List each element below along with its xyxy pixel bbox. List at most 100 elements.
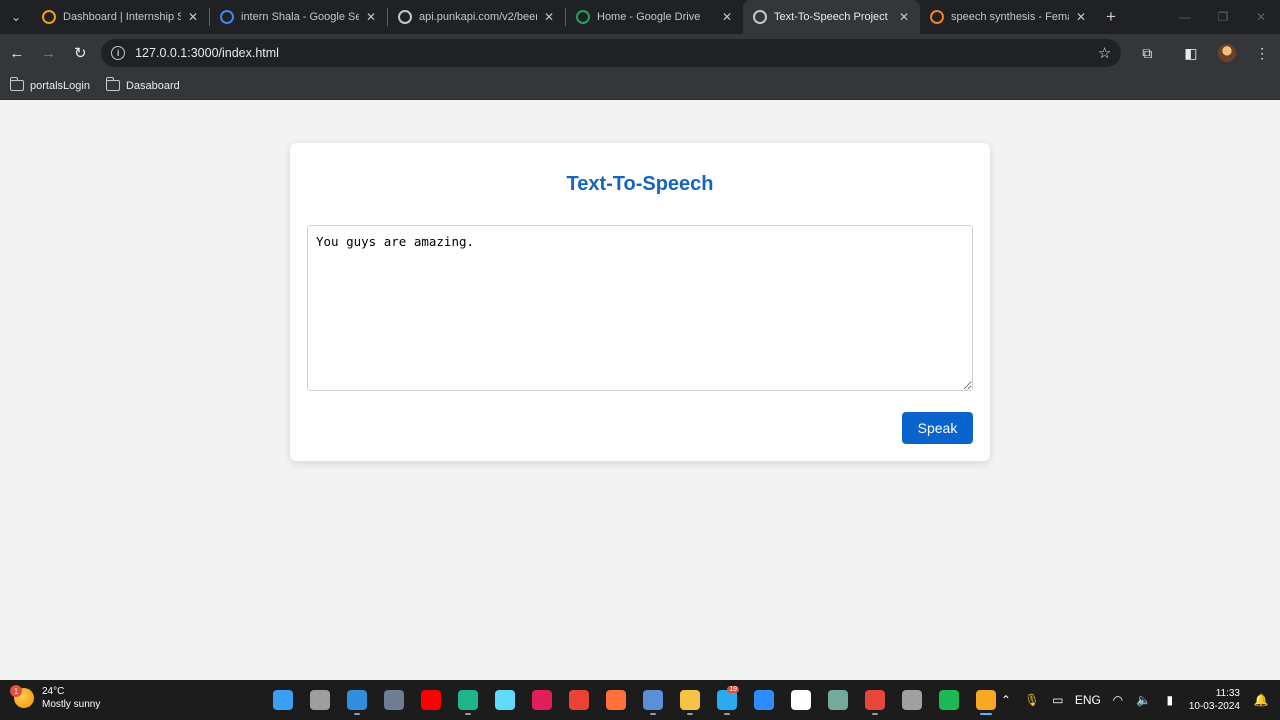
taskbar-apps: 19 [264,684,1004,716]
extensions-button[interactable]: ⧉ [1129,38,1165,68]
clock[interactable]: 11:33 10-03-2024 [1189,687,1240,713]
reload-button[interactable]: ↻ [65,38,95,68]
side-panel-button[interactable]: ◧ [1173,38,1209,68]
browser-tab[interactable]: Text-To-Speech Project ✕ [743,0,920,34]
close-icon[interactable]: ✕ [185,10,201,24]
edge-icon [457,690,478,710]
side-panel-icon: ◧ [1184,44,1198,61]
bookmark-label: portalsLogin [30,79,90,92]
menu-button[interactable]: ⋮ [1244,38,1280,68]
url-text[interactable]: 127.0.0.1:3000/index.html [135,46,1098,60]
taskbar: 1 24°C Mostly sunny 19 ⌃ 🎙 ▭ ENG ◠ 🔈 ▮ 1… [0,680,1280,720]
close-icon[interactable]: ✕ [896,10,912,24]
browser-tab[interactable]: api.punkapi.com/v2/beers ✕ [388,0,565,34]
forward-button[interactable]: → [34,38,64,68]
text-input[interactable]: You guys are amazing. [307,225,973,391]
taskbar-app[interactable] [301,684,338,716]
taskbar-app[interactable] [560,684,597,716]
bookmark-dasaboard[interactable]: Dasaboard [105,77,180,92]
back-button[interactable]: ← [2,38,32,68]
windows-start-icon [272,690,293,710]
globe-icon [753,10,767,24]
tab-title: intern Shala - Google Sear [241,11,359,23]
taskbar-app[interactable] [338,684,375,716]
browser-tab[interactable]: speech synthesis - Female ✕ [920,0,1097,34]
running-indicator [649,713,656,715]
zoom-icon [753,690,774,710]
battery-icon[interactable]: ▮ [1157,693,1183,707]
tab-title: Text-To-Speech Project [774,11,888,23]
notifications-icon[interactable]: 🔔 [1248,693,1274,707]
taskbar-app[interactable] [745,684,782,716]
taskbar-app[interactable] [449,684,486,716]
weather-temp: 24°C [42,686,65,697]
taskbar-app[interactable] [930,684,967,716]
slack-icon [531,690,552,710]
browser-tab[interactable]: Dashboard | Internship Stu ✕ [32,0,209,34]
close-icon[interactable]: ✕ [541,10,557,24]
running-indicator [464,713,471,715]
taskbar-app[interactable]: 19 [708,684,745,716]
tts-card: Text-To-Speech You guys are amazing. Spe… [290,143,990,461]
tab-title: api.punkapi.com/v2/beers [419,11,537,23]
running-indicator [979,713,992,715]
wifi-icon[interactable]: ◠ [1105,693,1131,707]
page-title: Text-To-Speech [566,173,714,195]
tab-search-button[interactable]: ⌄ [0,0,32,34]
taskbar-app[interactable] [264,684,301,716]
taskbar-app[interactable] [412,684,449,716]
close-icon[interactable]: ✕ [1073,10,1089,24]
taskbar-app[interactable] [819,684,856,716]
close-window-button[interactable]: ✕ [1242,0,1280,34]
arrow-right-icon: → [41,44,57,62]
vscode-icon [346,690,367,710]
language-indicator[interactable]: ENG [1071,693,1105,707]
profile-button[interactable] [1209,38,1245,68]
bookmark-portalslogin[interactable]: portalsLogin [9,77,90,92]
page-content: Text-To-Speech You guys are amazing. Spe… [0,100,1280,680]
bookmark-label: Dasaboard [125,79,180,92]
browser-tab[interactable]: intern Shala - Google Sear ✕ [210,0,387,34]
settings-icon [642,690,663,710]
taskbar-app[interactable] [856,684,893,716]
reload-icon: ↻ [73,45,87,62]
address-bar[interactable]: i 127.0.0.1:3000/index.html ☆ [101,39,1122,67]
taskbar-app[interactable] [671,684,708,716]
taskbar-app[interactable] [893,684,930,716]
folder-icon [679,690,700,710]
weather-desc: Mostly sunny [42,699,101,710]
google-icon [220,10,234,24]
window-controls: — ❐ ✕ [1166,0,1280,34]
weather-widget[interactable]: 1 24°C Mostly sunny [10,685,101,711]
puzzle-icon: ⧉ [1142,44,1153,61]
folder-icon [9,77,24,91]
taskbar-app[interactable] [486,684,523,716]
restore-button[interactable]: ❐ [1204,0,1242,34]
minimize-button[interactable]: — [1166,0,1204,34]
taskbar-app[interactable] [375,684,412,716]
notification-count: 19 [727,686,739,693]
speak-button[interactable]: Speak [902,412,973,444]
bookmark-star-icon[interactable]: ☆ [1098,44,1111,62]
taskbar-app[interactable] [523,684,560,716]
internshala-icon [42,10,56,24]
taskbar-app[interactable] [634,684,671,716]
close-icon[interactable]: ✕ [719,10,735,24]
kebab-menu-icon: ⋮ [1255,44,1270,61]
site-info-icon[interactable]: i [111,46,126,60]
arrow-left-icon: ← [9,44,25,62]
taskbar-app[interactable] [597,684,634,716]
chevron-up-icon[interactable]: ⌃ [993,693,1019,707]
gmail-icon [568,690,589,710]
chevron-down-icon: ⌄ [10,10,22,24]
react-icon [494,690,515,710]
display-icon[interactable]: ▭ [1045,693,1071,707]
folder-icon [105,77,120,91]
new-tab-button[interactable]: + [1097,0,1125,34]
browser-toolbar: ← → ↻ i 127.0.0.1:3000/index.html ☆ ⧉ ◧ … [0,34,1280,72]
taskbar-app[interactable] [782,684,819,716]
microphone-icon[interactable]: 🎙 [1019,693,1045,707]
close-icon[interactable]: ✕ [363,10,379,24]
browser-tab[interactable]: Home - Google Drive ✕ [566,0,743,34]
volume-icon[interactable]: 🔈 [1131,693,1157,707]
